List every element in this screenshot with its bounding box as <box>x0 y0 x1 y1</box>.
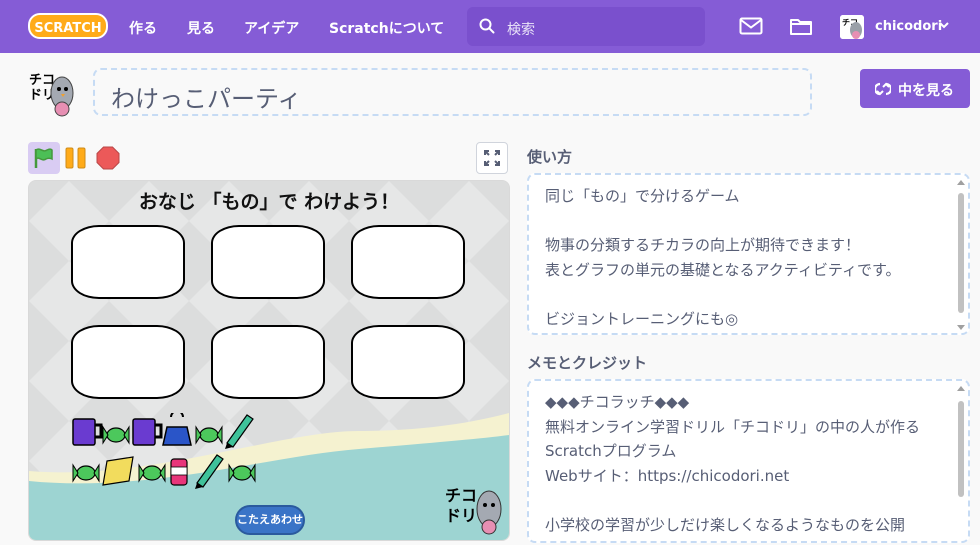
candy-item[interactable] <box>102 425 130 445</box>
nav-link-create[interactable]: 作る <box>129 18 157 38</box>
instructions-text: 同じ「もの」で分けるゲーム 物事の分類するチカラの向上が期待できます！ 表とグラ… <box>545 187 901 328</box>
svg-text:ドリ: ドリ <box>445 506 477 525</box>
folder-icon[interactable] <box>789 16 813 36</box>
bag-item[interactable] <box>162 413 192 446</box>
search-box[interactable]: 検索 <box>467 7 705 46</box>
scrollbar-thumb[interactable] <box>958 401 964 497</box>
instructions-scrollbar[interactable] <box>956 179 966 331</box>
mail-icon[interactable] <box>739 17 763 35</box>
sort-box-6[interactable] <box>351 325 465 399</box>
user-avatar[interactable]: チコ <box>840 15 864 39</box>
can-item[interactable] <box>170 458 188 486</box>
item-row-2 <box>72 454 256 489</box>
green-flag-button[interactable] <box>28 142 60 174</box>
project-title-field[interactable]: わけっこパーティ <box>93 68 812 116</box>
sort-box-2[interactable] <box>211 225 325 299</box>
scroll-down-icon[interactable] <box>957 325 965 331</box>
nav-link-about[interactable]: Scratchについて <box>329 18 444 38</box>
project-stage[interactable]: おなじ 「もの」で わけよう！ こたえあわせ チコ ドリ <box>28 180 510 541</box>
note-item[interactable] <box>102 456 134 486</box>
pencil-item[interactable] <box>195 454 224 489</box>
scratch-logo[interactable]: SCRATCH <box>28 11 108 41</box>
instructions-panel[interactable]: 同じ「もの」で分けるゲーム 物事の分類するチカラの向上が期待できます！ 表とグラ… <box>527 173 970 335</box>
scroll-up-icon[interactable] <box>957 179 965 185</box>
pause-icon <box>65 147 86 169</box>
candy-item[interactable] <box>228 463 256 483</box>
green-flag-icon <box>34 148 53 168</box>
sort-box-3[interactable] <box>351 225 465 299</box>
stop-button[interactable] <box>96 146 120 170</box>
top-navbar: SCRATCH 作る 見る アイデア Scratchについて 検索 チコ chi… <box>0 0 980 53</box>
sort-box-1[interactable] <box>71 225 185 299</box>
candy-item[interactable] <box>138 463 166 483</box>
svg-text:チコ: チコ <box>29 73 55 88</box>
fullscreen-icon <box>484 150 500 166</box>
remix-icon <box>875 82 891 96</box>
see-inside-label: 中を見る <box>898 83 954 99</box>
svg-text:チコ: チコ <box>445 486 477 505</box>
candy-item[interactable] <box>72 463 100 483</box>
scrollbar-thumb[interactable] <box>958 193 964 313</box>
mug-item[interactable] <box>132 418 163 446</box>
chicodori-avatar-icon: チコ <box>840 15 864 39</box>
stop-icon <box>96 146 120 170</box>
notes-heading: メモとクレジット <box>527 354 648 372</box>
chicodori-avatar-icon: チコ ドリ <box>28 69 76 117</box>
stage-heading: おなじ 「もの」で わけよう！ <box>138 191 400 213</box>
notes-scrollbar[interactable] <box>956 385 966 539</box>
pencil-item[interactable] <box>225 414 254 449</box>
mug-item[interactable] <box>72 418 103 446</box>
chevron-down-icon[interactable] <box>938 19 950 31</box>
item-row-1 <box>72 413 254 449</box>
nav-link-ideas[interactable]: アイデア <box>244 18 299 38</box>
fullscreen-button[interactable] <box>476 142 508 174</box>
check-answer-button[interactable]: こたえあわせ <box>235 505 305 535</box>
chicodori-watermark: チコ ドリ <box>445 486 502 535</box>
candy-item[interactable] <box>195 425 223 445</box>
sort-box-5[interactable] <box>211 325 325 399</box>
scroll-up-icon[interactable] <box>957 385 965 391</box>
search-icon <box>479 18 495 34</box>
pause-button[interactable] <box>64 146 88 170</box>
nav-link-explore[interactable]: 見る <box>187 18 215 38</box>
notes-panel[interactable]: ◆◆◆チコラッチ◆◆◆ 無料オンライン学習ドリル「チコドリ」の中の人が作るScr… <box>527 379 970 543</box>
see-inside-button[interactable]: 中を見る <box>860 69 970 108</box>
scratch-logo-text: SCRATCH <box>34 21 101 36</box>
sort-box-4[interactable] <box>71 325 185 399</box>
project-title[interactable]: わけっこパーティ <box>111 79 302 114</box>
search-input[interactable]: 検索 <box>507 19 535 39</box>
project-author-avatar[interactable]: チコ ドリ <box>28 69 76 117</box>
username-label[interactable]: chicodori <box>875 19 942 34</box>
notes-text: ◆◆◆チコラッチ◆◆◆ 無料オンライン学習ドリル「チコドリ」の中の人が作るScr… <box>545 393 921 534</box>
instructions-heading: 使い方 <box>527 148 573 166</box>
